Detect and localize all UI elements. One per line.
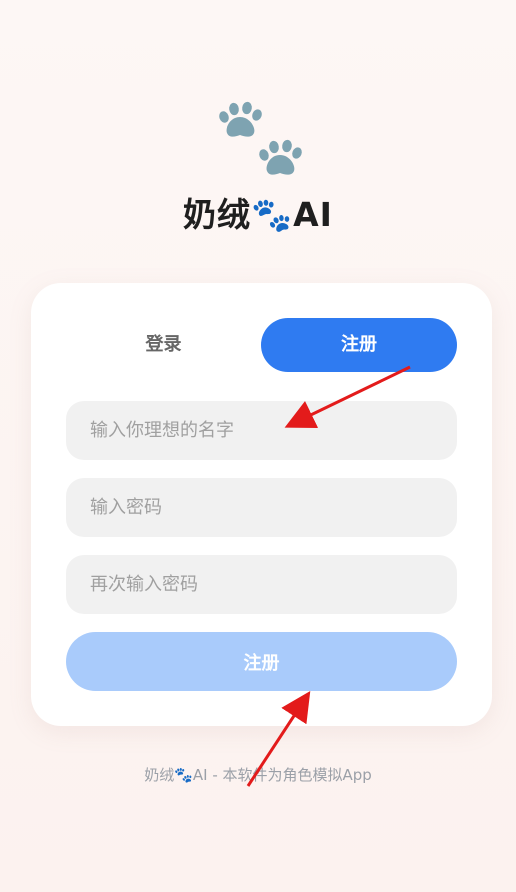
confirm-password-input[interactable]: [66, 555, 457, 614]
tab-register[interactable]: 注册: [261, 318, 457, 372]
paw-print-upper-icon: [219, 101, 262, 137]
paw-print-lower-icon: [259, 139, 302, 175]
footer-disclaimer: 奶绒🐾AI - 本软件为角色模拟App: [144, 766, 372, 784]
auth-card: 登录 注册 注册: [31, 283, 492, 726]
app-title: 奶绒🐾AI: [183, 195, 333, 234]
register-submit-button[interactable]: 注册: [66, 632, 457, 691]
tab-login[interactable]: 登录: [66, 318, 261, 372]
name-input[interactable]: [66, 401, 457, 460]
password-input[interactable]: [66, 478, 457, 537]
paw-prints-icon: [219, 101, 302, 175]
